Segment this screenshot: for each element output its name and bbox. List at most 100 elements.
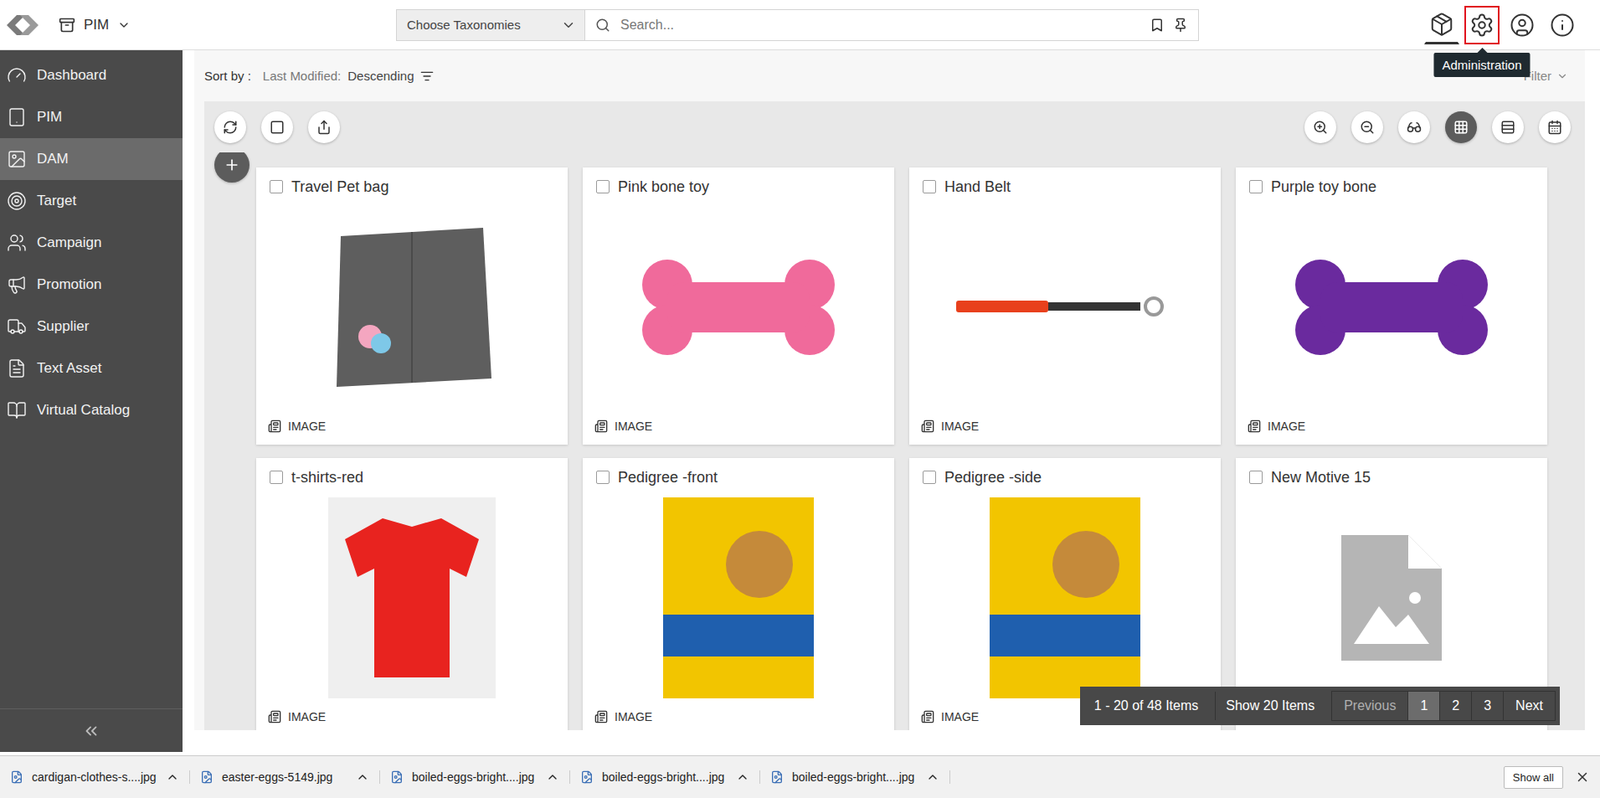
download-item[interactable]: boiled-eggs-bright....jpg — [570, 770, 761, 784]
module-switcher[interactable]: PIM — [53, 13, 136, 37]
brand-area: PIM — [0, 8, 397, 42]
chevron-up-icon[interactable] — [355, 770, 370, 784]
zoom-in-button[interactable] — [1304, 111, 1337, 144]
close-icon[interactable] — [1574, 769, 1590, 785]
dropdown-icon — [560, 17, 577, 33]
sidebar-item[interactable]: Supplier — [0, 305, 183, 348]
collapse-button[interactable] — [0, 708, 183, 752]
card-header: Hand Belt — [909, 167, 1221, 206]
card-checkbox[interactable] — [269, 180, 283, 194]
page-size[interactable]: Show 20 Items — [1214, 691, 1325, 721]
card-checkbox[interactable] — [922, 180, 937, 194]
download-item[interactable]: boiled-eggs-bright....jpg — [380, 770, 571, 784]
card-footer: IMAGE — [256, 407, 568, 445]
card-checkbox[interactable] — [269, 470, 283, 484]
zoom-in-icon — [1312, 119, 1328, 135]
sidebar-item[interactable]: Virtual Catalog — [0, 389, 183, 432]
page-button[interactable]: 3 — [1471, 691, 1503, 721]
food-image — [658, 497, 819, 699]
search-group: Choose Taxonomies — [396, 9, 1199, 42]
sort-icon[interactable] — [420, 69, 434, 83]
info-button[interactable] — [1544, 5, 1580, 45]
bookmark-icon[interactable] — [1149, 17, 1165, 33]
sidebar-item[interactable]: Text Asset — [0, 347, 183, 390]
card-checkbox[interactable] — [922, 470, 937, 484]
sort-label: Sort by : — [204, 68, 252, 83]
card-checkbox[interactable] — [596, 180, 610, 194]
asset-type: IMAGE — [1267, 419, 1306, 433]
asset-card[interactable]: Purple toy boneIMAGE — [1235, 167, 1548, 445]
refresh-button[interactable] — [214, 111, 247, 144]
asset-card[interactable]: Hand BeltIMAGE — [909, 167, 1221, 445]
previous-button[interactable]: Previous — [1332, 691, 1408, 721]
sort-row: Sort by : Last Modified: Descending Filter — [204, 50, 1585, 102]
card-image — [909, 205, 1221, 408]
asset-workspace: Travel Pet bagIMAGEPink bone toyIMAGEHan… — [204, 101, 1585, 731]
asset-card[interactable]: Pink bone toyIMAGE — [582, 167, 895, 445]
file-icon — [770, 770, 784, 784]
zoom-out-button[interactable] — [1351, 111, 1384, 144]
download-item[interactable]: cardigan-clothes-s....jpg — [0, 770, 191, 784]
select-icon — [269, 119, 285, 135]
file-icon — [580, 770, 594, 784]
page-button[interactable]: 2 — [1439, 691, 1472, 721]
calendar-button[interactable] — [1538, 111, 1571, 144]
sidebar-item[interactable]: Target — [0, 180, 183, 222]
add-button[interactable] — [214, 152, 250, 183]
card-checkbox[interactable] — [596, 470, 610, 484]
search-field — [585, 10, 1199, 41]
preview-button[interactable] — [1398, 111, 1431, 144]
asset-card[interactable]: t-shirts-redIMAGE — [256, 457, 568, 731]
menu-icon — [6, 107, 27, 128]
user-icon — [1509, 12, 1535, 38]
card-checkbox[interactable] — [1249, 180, 1263, 194]
download-item[interactable]: easter-eggs-5149.jpg — [190, 770, 381, 784]
caret-icon — [117, 18, 131, 32]
sidebar-label: PIM — [36, 108, 62, 126]
grid-button[interactable] — [1445, 111, 1477, 144]
page-button[interactable]: 1 — [1407, 691, 1440, 721]
sidebar-item[interactable]: Promotion — [0, 263, 183, 306]
user-button[interactable] — [1504, 5, 1540, 45]
taxonomy-select[interactable]: Choose Taxonomies — [396, 10, 586, 41]
asset-card[interactable]: Travel Pet bagIMAGE — [256, 167, 568, 445]
search-input[interactable] — [618, 16, 1142, 34]
card-title: Pedigree -front — [617, 468, 718, 487]
asset-type: IMAGE — [614, 419, 653, 433]
body: Dashboard PIM DAMTargetCampaignPromotion Su… — [0, 50, 1600, 752]
sort-order[interactable]: Descending — [347, 68, 414, 83]
sort-field[interactable]: Last Modified: — [262, 68, 341, 83]
filter-button[interactable]: Filter — [1523, 68, 1569, 83]
chevron-up-icon[interactable] — [545, 770, 560, 784]
card-image — [582, 205, 895, 408]
file-name: boiled-eggs-bright....jpg — [411, 770, 538, 784]
asset-card[interactable]: Pedigree -frontIMAGE — [582, 457, 895, 731]
sidebar-label: Supplier — [36, 318, 89, 335]
main: Sort by : Last Modified: Descending Filter T… — [182, 50, 1600, 752]
card-checkbox[interactable] — [1249, 470, 1263, 484]
pin-icon[interactable] — [1172, 17, 1189, 33]
list-button[interactable] — [1491, 111, 1524, 144]
sidebar-item[interactable]: DAM — [0, 138, 183, 181]
sidebar-item[interactable]: Dashboard — [0, 54, 183, 97]
toolbar — [204, 101, 1585, 153]
logo-icon[interactable] — [3, 8, 42, 42]
sidebar-item[interactable]: PIM — [0, 96, 183, 139]
menu-icon — [6, 316, 27, 337]
box-button[interactable] — [1424, 5, 1460, 45]
chevron-up-icon[interactable] — [165, 770, 180, 784]
select-button[interactable] — [261, 111, 294, 144]
plus-icon — [223, 156, 241, 174]
show-all-button[interactable]: Show all — [1503, 766, 1564, 789]
next-button[interactable]: Next — [1502, 691, 1555, 721]
settings-button[interactable]: Administration — [1464, 5, 1500, 45]
export-button[interactable] — [308, 111, 340, 144]
chevron-up-icon[interactable] — [735, 770, 750, 784]
download-item[interactable]: boiled-eggs-bright....jpg — [760, 770, 951, 784]
asset-type: IMAGE — [941, 709, 979, 724]
card-grid: Travel Pet bagIMAGEPink bone toyIMAGEHan… — [256, 167, 1548, 731]
sidebar-item[interactable]: Campaign — [0, 221, 183, 264]
sidebar: Dashboard PIM DAMTargetCampaignPromotion Su… — [0, 50, 183, 752]
chevron-up-icon[interactable] — [926, 770, 940, 784]
menu-icon — [6, 232, 27, 253]
